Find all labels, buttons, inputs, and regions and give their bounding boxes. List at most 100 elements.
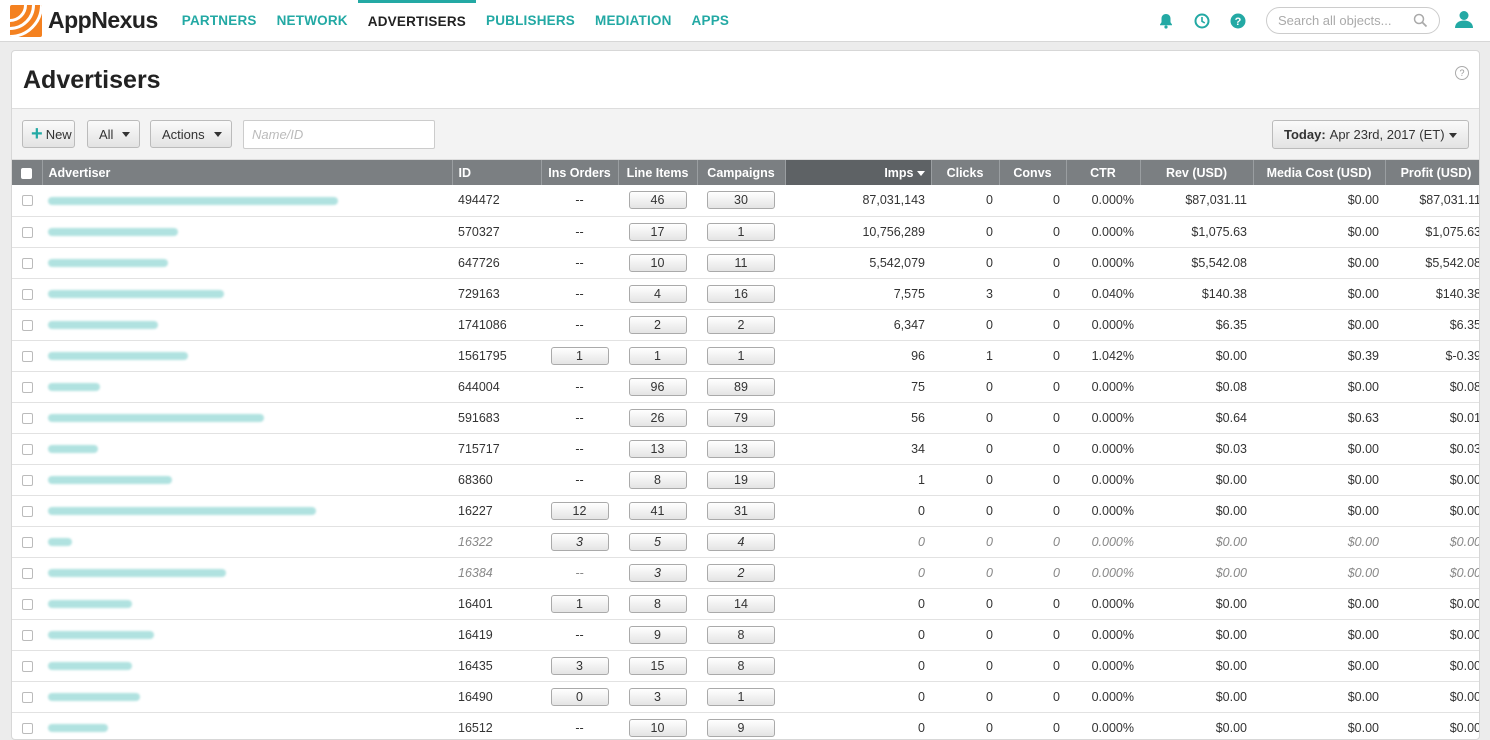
bell-icon[interactable] bbox=[1158, 13, 1174, 29]
line-items-count-button[interactable]: 15 bbox=[628, 656, 687, 675]
column-header-campaigns[interactable]: Campaigns bbox=[697, 160, 786, 185]
row-checkbox[interactable] bbox=[21, 567, 33, 579]
select-all-checkbox[interactable] bbox=[21, 167, 33, 179]
column-header-advertiser[interactable]: Advertiser bbox=[42, 160, 453, 185]
column-header-profit[interactable]: Profit (USD) bbox=[1385, 160, 1479, 185]
row-checkbox[interactable] bbox=[21, 412, 33, 424]
line-items-count-button[interactable]: 8 bbox=[628, 594, 687, 613]
ins-orders-count-button[interactable]: 3 bbox=[550, 532, 609, 551]
help-circle-icon[interactable]: ? bbox=[1230, 13, 1246, 29]
advertiser-name-link[interactable] bbox=[48, 476, 172, 485]
advertiser-name-link[interactable] bbox=[48, 631, 154, 640]
row-checkbox[interactable] bbox=[21, 660, 33, 672]
advertiser-name-link[interactable] bbox=[48, 196, 338, 205]
row-checkbox[interactable] bbox=[21, 381, 33, 393]
nav-item-publishers[interactable]: PUBLISHERS bbox=[476, 0, 585, 42]
line-items-count-button[interactable]: 2 bbox=[628, 315, 687, 334]
nav-item-mediation[interactable]: MEDIATION bbox=[585, 0, 682, 42]
advertiser-name-link[interactable] bbox=[48, 538, 72, 547]
ins-orders-count-button[interactable]: 12 bbox=[550, 501, 609, 520]
line-items-count-button[interactable]: 41 bbox=[628, 501, 687, 520]
campaigns-count-button[interactable]: 1 bbox=[707, 687, 775, 706]
column-header-line-items[interactable]: Line Items bbox=[618, 160, 698, 185]
column-header-media-cost[interactable]: Media Cost (USD) bbox=[1253, 160, 1386, 185]
row-checkbox[interactable] bbox=[21, 226, 33, 238]
advertiser-name-link[interactable] bbox=[48, 321, 158, 330]
advertiser-name-link[interactable] bbox=[48, 383, 100, 392]
line-items-count-button[interactable]: 1 bbox=[628, 346, 687, 365]
search-input[interactable] bbox=[1267, 8, 1407, 33]
campaigns-count-button[interactable]: 8 bbox=[707, 656, 775, 675]
advertiser-name-link[interactable] bbox=[48, 507, 316, 516]
campaigns-count-button[interactable]: 2 bbox=[707, 563, 775, 582]
line-items-count-button[interactable]: 3 bbox=[628, 563, 687, 582]
actions-dropdown[interactable]: Actions bbox=[150, 120, 232, 148]
campaigns-count-button[interactable]: 1 bbox=[707, 346, 775, 365]
line-items-count-button[interactable]: 10 bbox=[628, 253, 687, 272]
column-header-convs[interactable]: Convs bbox=[999, 160, 1067, 185]
campaigns-count-button[interactable]: 31 bbox=[707, 501, 775, 520]
advertiser-name-link[interactable] bbox=[48, 724, 108, 733]
ins-orders-count-button[interactable]: 3 bbox=[550, 656, 609, 675]
line-items-count-button[interactable]: 96 bbox=[628, 377, 687, 396]
line-items-count-button[interactable]: 3 bbox=[628, 687, 687, 706]
user-icon[interactable] bbox=[1454, 9, 1474, 32]
advertiser-name-link[interactable] bbox=[48, 569, 226, 578]
line-items-count-button[interactable]: 26 bbox=[628, 408, 687, 427]
campaigns-count-button[interactable]: 11 bbox=[707, 253, 775, 272]
nav-item-apps[interactable]: APPS bbox=[682, 0, 740, 42]
line-items-count-button[interactable]: 9 bbox=[628, 625, 687, 644]
line-items-count-button[interactable]: 17 bbox=[628, 222, 687, 241]
row-checkbox[interactable] bbox=[21, 350, 33, 362]
campaigns-count-button[interactable]: 2 bbox=[707, 315, 775, 334]
line-items-count-button[interactable]: 46 bbox=[628, 191, 687, 210]
row-checkbox[interactable] bbox=[21, 598, 33, 610]
row-checkbox[interactable] bbox=[21, 443, 33, 455]
campaigns-count-button[interactable]: 16 bbox=[707, 284, 775, 303]
row-checkbox[interactable] bbox=[21, 629, 33, 641]
row-checkbox[interactable] bbox=[21, 691, 33, 703]
line-items-count-button[interactable]: 10 bbox=[628, 718, 687, 737]
date-range-dropdown[interactable]: Today: Apr 23rd, 2017 (ET) bbox=[1272, 120, 1469, 149]
column-header-clicks[interactable]: Clicks bbox=[931, 160, 1000, 185]
column-header-rev[interactable]: Rev (USD) bbox=[1140, 160, 1254, 185]
row-checkbox[interactable] bbox=[21, 195, 33, 207]
row-checkbox[interactable] bbox=[21, 505, 33, 517]
ins-orders-count-button[interactable]: 1 bbox=[550, 594, 609, 613]
nav-item-advertisers[interactable]: ADVERTISERS bbox=[357, 0, 476, 42]
line-items-count-button[interactable]: 4 bbox=[628, 284, 687, 303]
ins-orders-count-button[interactable]: 1 bbox=[550, 346, 609, 365]
name-id-filter-input[interactable] bbox=[243, 120, 435, 149]
clock-icon[interactable] bbox=[1194, 13, 1210, 29]
advertiser-name-link[interactable] bbox=[48, 259, 168, 268]
advertiser-name-link[interactable] bbox=[48, 290, 224, 299]
campaigns-count-button[interactable]: 89 bbox=[707, 377, 775, 396]
campaigns-count-button[interactable]: 8 bbox=[707, 625, 775, 644]
advertiser-name-link[interactable] bbox=[48, 352, 188, 361]
new-button[interactable]: + New bbox=[22, 120, 75, 148]
campaigns-count-button[interactable]: 19 bbox=[707, 470, 775, 489]
campaigns-count-button[interactable]: 4 bbox=[707, 532, 775, 551]
campaigns-count-button[interactable]: 1 bbox=[707, 222, 775, 241]
row-checkbox[interactable] bbox=[21, 288, 33, 300]
appnexus-logo[interactable]: AppNexus bbox=[10, 4, 158, 37]
nav-item-partners[interactable]: PARTNERS bbox=[172, 0, 267, 42]
row-checkbox[interactable] bbox=[21, 722, 33, 734]
status-filter-dropdown[interactable]: All bbox=[87, 120, 140, 148]
advertiser-name-link[interactable] bbox=[48, 600, 132, 609]
column-header-imps[interactable]: Imps bbox=[785, 160, 932, 185]
campaigns-count-button[interactable]: 79 bbox=[707, 408, 775, 427]
row-checkbox[interactable] bbox=[21, 536, 33, 548]
campaigns-count-button[interactable]: 14 bbox=[707, 594, 775, 613]
line-items-count-button[interactable]: 5 bbox=[628, 532, 687, 551]
column-header-ctr[interactable]: CTR bbox=[1066, 160, 1141, 185]
column-header-id[interactable]: ID bbox=[452, 160, 542, 185]
row-checkbox[interactable] bbox=[21, 474, 33, 486]
advertiser-name-link[interactable] bbox=[48, 693, 140, 702]
row-checkbox[interactable] bbox=[21, 319, 33, 331]
campaigns-count-button[interactable]: 13 bbox=[707, 439, 775, 458]
search-icon[interactable] bbox=[1413, 13, 1428, 31]
campaigns-count-button[interactable]: 30 bbox=[707, 191, 775, 210]
line-items-count-button[interactable]: 13 bbox=[628, 439, 687, 458]
column-header-ins-orders[interactable]: Ins Orders bbox=[541, 160, 619, 185]
